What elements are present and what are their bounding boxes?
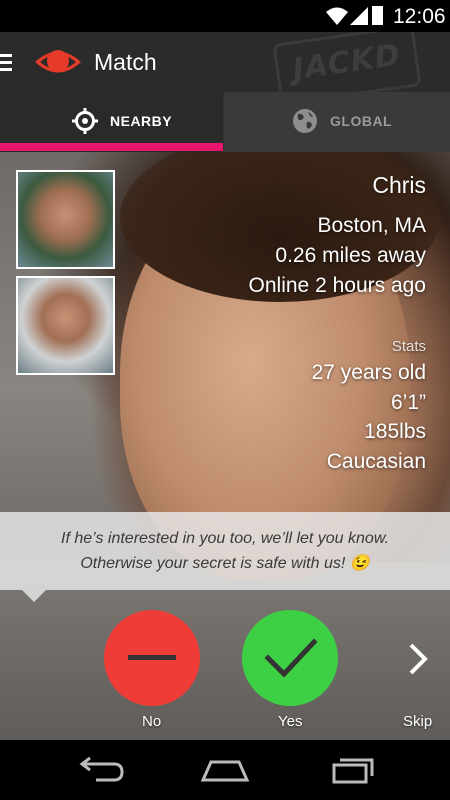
profile-city: Boston, MA — [317, 214, 426, 237]
battery-icon — [372, 6, 383, 25]
tab-global[interactable]: GLOBAL — [224, 92, 450, 152]
skip-button[interactable]: Skip — [403, 713, 432, 730]
banner-pointer — [22, 590, 46, 602]
signal-icon — [350, 7, 368, 25]
skip-chevron-icon[interactable] — [406, 642, 430, 676]
yes-button[interactable] — [242, 610, 338, 706]
menu-icon[interactable] — [0, 54, 12, 72]
banner-line-2: Otherwise your secret is safe with us! 😉 — [80, 555, 370, 572]
tab-nearby-label: NEARBY — [110, 113, 173, 129]
globe-icon — [293, 109, 317, 133]
home-icon[interactable] — [195, 752, 255, 788]
eye-logo-icon[interactable] — [33, 45, 83, 79]
profile-weight: 185lbs — [364, 420, 426, 443]
banner-line-1: If he’s interested in you too, we’ll let… — [61, 530, 389, 547]
app-bar: Match JACKD — [0, 32, 450, 92]
crosshair-icon — [72, 108, 98, 134]
checkmark-icon — [264, 638, 318, 678]
profile-thumbnail-1[interactable] — [16, 170, 115, 269]
tab-global-label: GLOBAL — [330, 113, 393, 129]
stats-heading: Stats — [391, 338, 426, 355]
profile-ethnicity: Caucasian — [326, 450, 426, 473]
profile-last-online: Online 2 hours ago — [248, 274, 426, 297]
privacy-banner: If he’s interested in you too, we’ll let… — [0, 512, 450, 590]
recent-apps-icon[interactable] — [322, 752, 382, 788]
profile-distance: 0.26 miles away — [275, 244, 426, 267]
status-bar: 12:06 — [0, 0, 450, 32]
profile-thumbnail-2[interactable] — [16, 276, 115, 375]
yes-label: Yes — [278, 713, 303, 730]
back-icon[interactable] — [70, 752, 130, 788]
minus-icon — [128, 655, 176, 660]
no-label: No — [142, 713, 162, 730]
profile-height: 6’1” — [390, 391, 426, 414]
status-clock: 12:06 — [393, 5, 446, 28]
no-button[interactable] — [104, 610, 200, 706]
brand-watermark: JACKD — [272, 32, 422, 92]
wifi-icon — [326, 7, 348, 25]
active-tab-indicator — [0, 143, 223, 151]
app-title: Match — [94, 49, 157, 75]
profile-age: 27 years old — [311, 361, 426, 384]
system-nav-bar — [0, 740, 450, 800]
profile-name: Chris — [372, 172, 426, 198]
